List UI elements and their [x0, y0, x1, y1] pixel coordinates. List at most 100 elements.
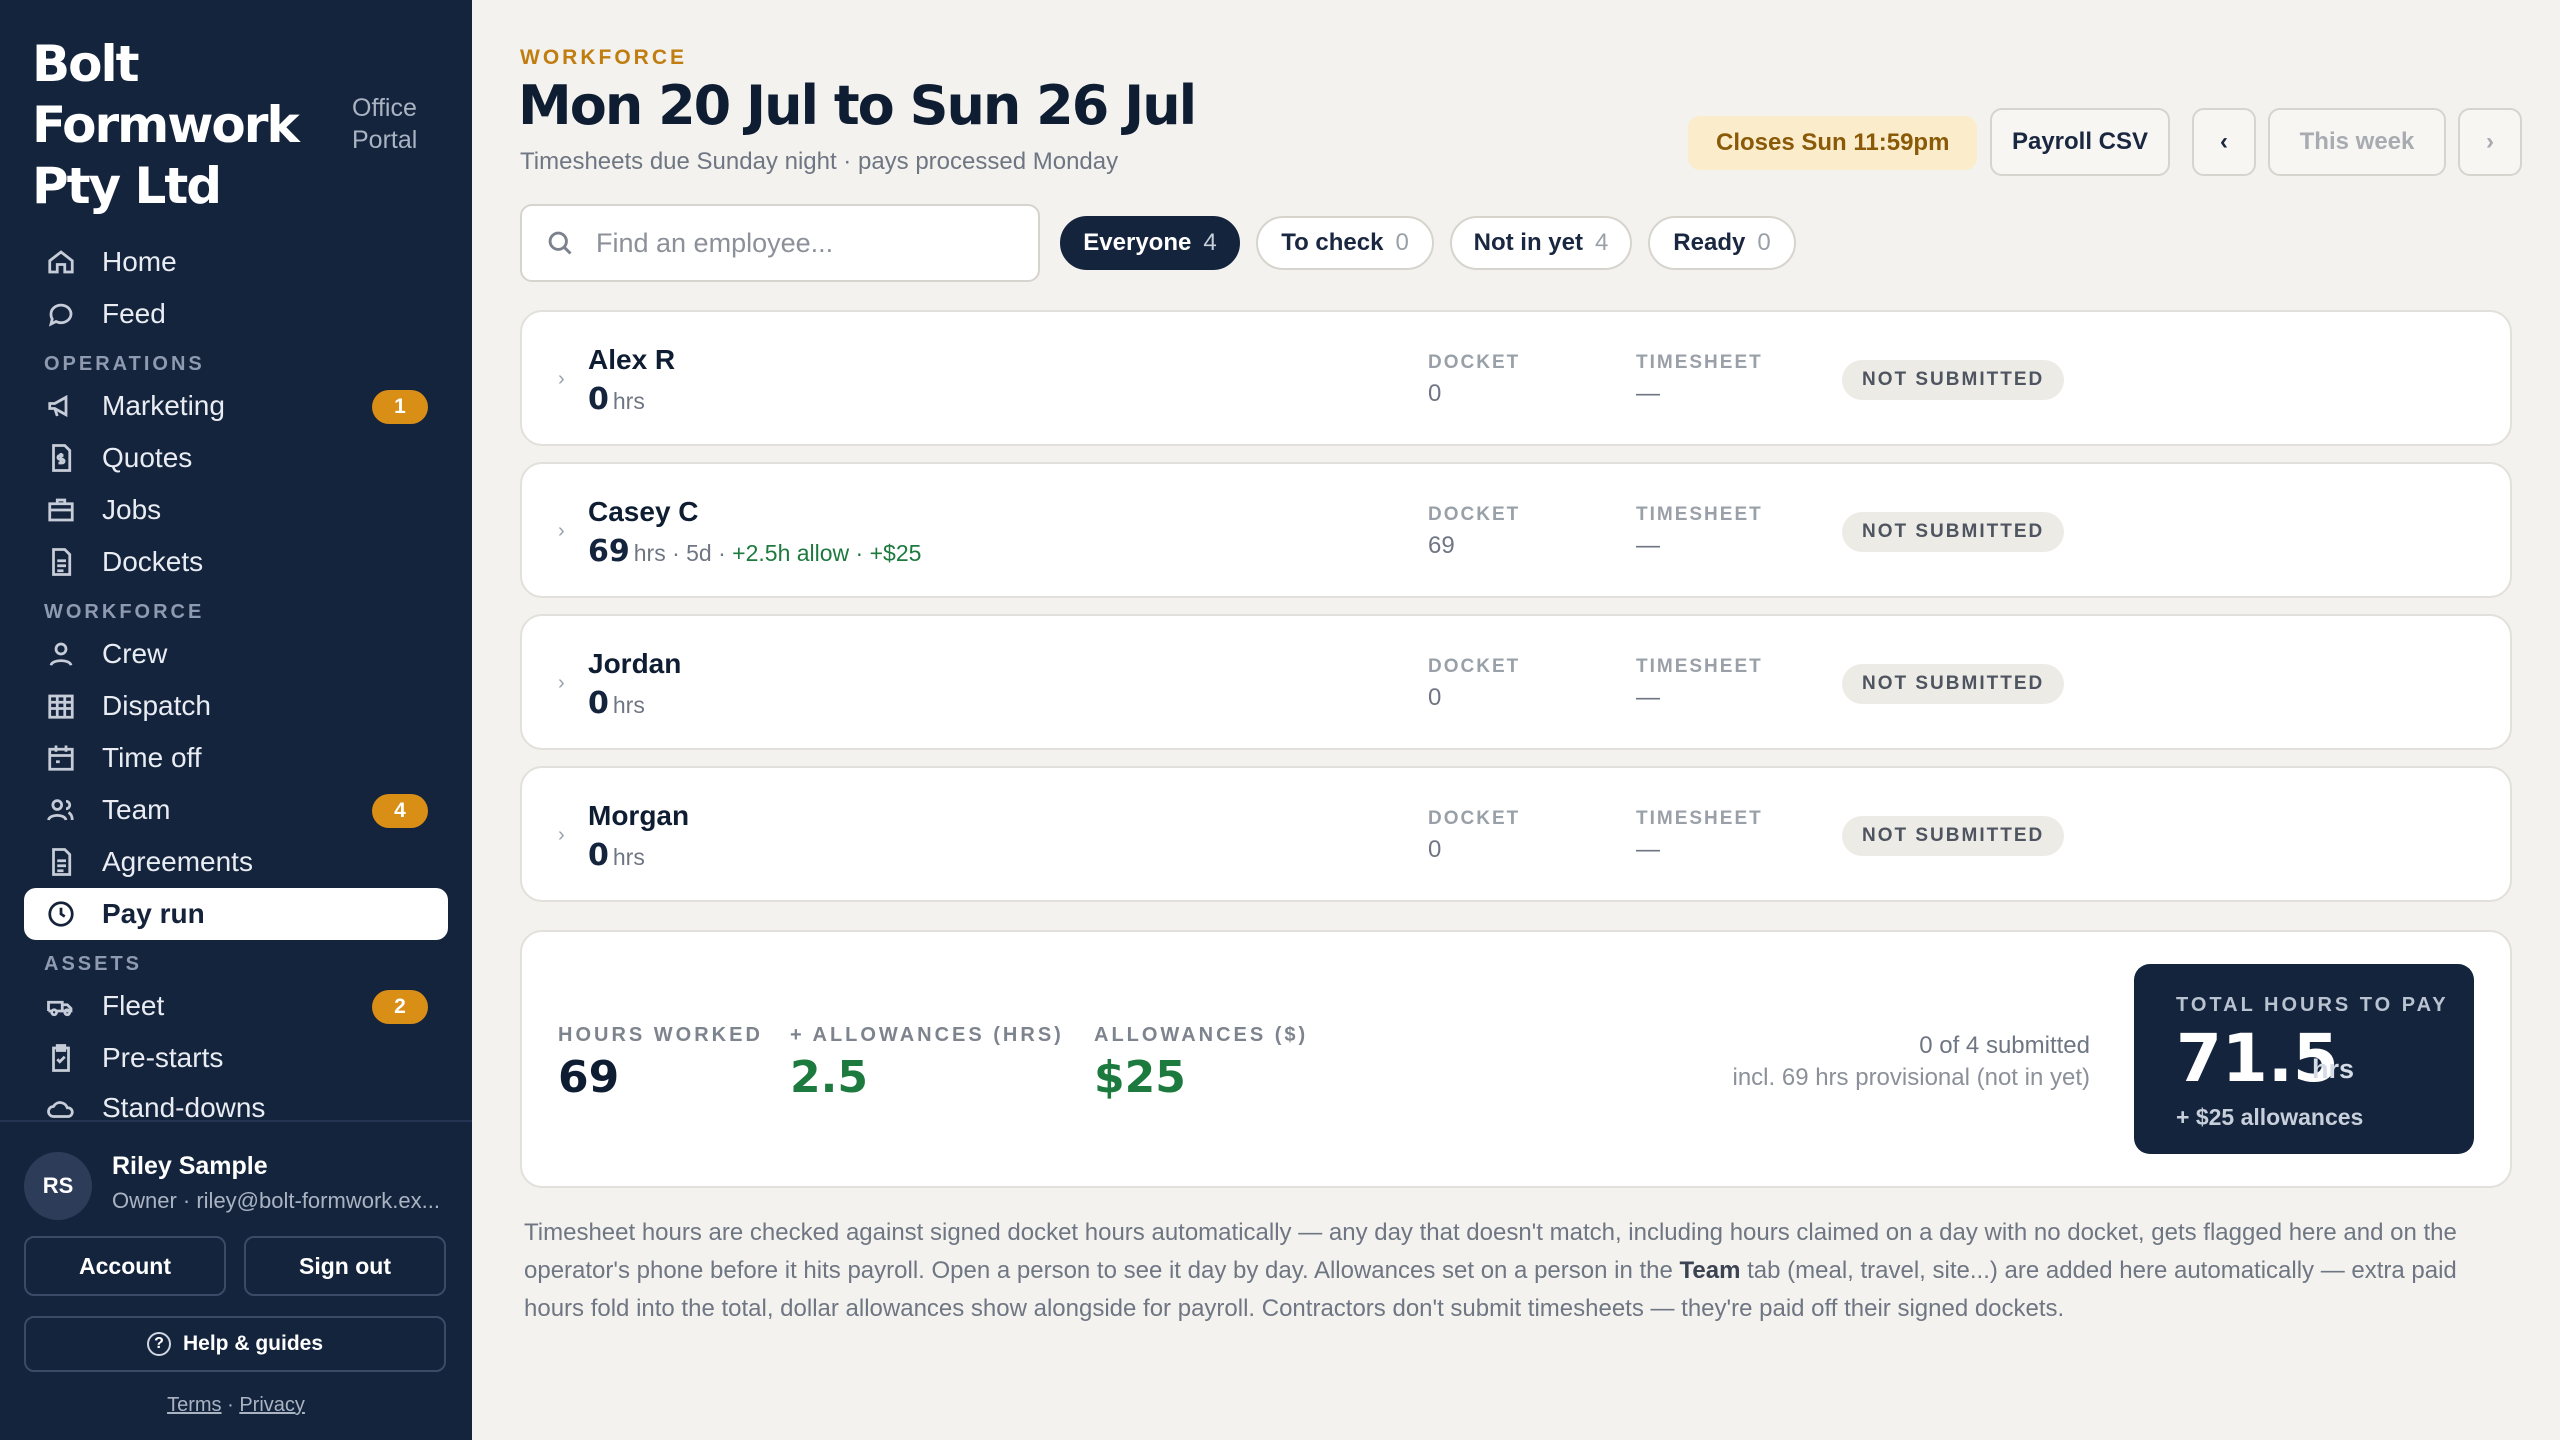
- submitted-count: 0 of 4 submitted: [1919, 1032, 2090, 1059]
- home-icon: [44, 245, 78, 279]
- main-content: WORKFORCE Mon 20 Jul to Sun 26 Jul Times…: [472, 0, 2560, 1440]
- employee-row[interactable]: › Casey C 69 hrs · 5d · +2.5h allow · +$2…: [520, 462, 2512, 598]
- allowances-hrs-value: 2.5: [790, 1052, 868, 1103]
- search-icon: [548, 231, 572, 255]
- allowances-hrs-label: + ALLOWANCES (HRS): [790, 1024, 1064, 1046]
- grid-calendar-icon: [44, 689, 78, 723]
- sidebar-item-time-off[interactable]: Time off: [24, 732, 448, 784]
- filter-to-check[interactable]: To check 0: [1256, 216, 1434, 270]
- help-label: Help & guides: [182, 1332, 324, 1355]
- sidebar-item-jobs[interactable]: Jobs: [24, 484, 448, 536]
- sidebar-item-label: Time off: [102, 742, 202, 773]
- employee-row[interactable]: › Jordan 0 hrs DOCKET 0 TIMESHEET — NOT S…: [520, 614, 2512, 750]
- payroll-csv-button[interactable]: Payroll CSV: [1990, 108, 2170, 176]
- timesheet-value: —: [1636, 380, 1660, 407]
- search-input[interactable]: [596, 227, 1016, 259]
- total-hours-panel: TOTAL HOURS TO PAY 71.5 hrs + $25 allowa…: [2134, 964, 2474, 1154]
- employee-name: Casey C: [588, 496, 699, 527]
- docket-label: DOCKET: [1428, 808, 1521, 829]
- filter-label: Everyone: [1083, 229, 1192, 256]
- hours-worked-label: HOURS WORKED: [558, 1024, 763, 1046]
- privacy-link[interactable]: Privacy: [239, 1394, 305, 1416]
- sidebar-item-label: Jobs: [102, 494, 162, 525]
- document-icon: [44, 845, 78, 879]
- sidebar-item-crew[interactable]: Crew: [24, 628, 448, 680]
- brand-name[interactable]: Bolt Formwork Pty Ltd: [32, 34, 352, 217]
- avatar[interactable]: RS: [24, 1152, 92, 1220]
- sidebar-item-fleet[interactable]: Fleet 2: [24, 980, 448, 1032]
- megaphone-icon: [44, 389, 78, 423]
- nav-section-workforce: WORKFORCE: [44, 601, 205, 623]
- sidebar-item-home[interactable]: Home: [24, 236, 448, 288]
- sidebar-item-label: Pre-starts: [102, 1042, 224, 1073]
- employee-name: Alex R: [588, 344, 676, 375]
- sidebar-item-label: Dockets: [102, 546, 204, 577]
- sidebar-item-pre-starts[interactable]: Pre-starts: [24, 1032, 448, 1084]
- prev-week-button[interactable]: ‹: [2192, 108, 2256, 176]
- employee-row[interactable]: › Morgan 0 hrs DOCKET 0 TIMESHEET — NOT S…: [520, 766, 2512, 902]
- docket-value: 69: [1428, 532, 1455, 559]
- help-button[interactable]: ? Help & guides: [24, 1316, 446, 1372]
- sign-out-button[interactable]: Sign out: [244, 1236, 446, 1296]
- terms-link[interactable]: Terms: [167, 1394, 221, 1416]
- status-badge: NOT SUBMITTED: [1842, 360, 2065, 400]
- total-allowances: + $25 allowances: [2176, 1104, 2364, 1130]
- provisional-note: incl. 69 hrs provisional (not in yet): [1732, 1064, 2091, 1091]
- filter-not-in-yet[interactable]: Not in yet 4: [1450, 216, 1632, 270]
- filter-ready[interactable]: Ready 0: [1648, 216, 1796, 270]
- filter-count: 0: [1757, 229, 1771, 256]
- employee-name: Jordan: [588, 648, 682, 679]
- sidebar-item-stand-downs[interactable]: Stand-downs: [24, 1084, 448, 1120]
- chevron-right-icon: ›: [558, 368, 565, 390]
- docket-label: DOCKET: [1428, 352, 1521, 373]
- user-name: Riley Sample: [112, 1152, 268, 1180]
- next-week-button[interactable]: ›: [2458, 108, 2522, 176]
- total-hours-unit: hrs: [2312, 1054, 2355, 1084]
- users-icon: [44, 793, 78, 827]
- timesheet-label: TIMESHEET: [1636, 352, 1763, 373]
- filter-everyone[interactable]: Everyone 4: [1060, 216, 1240, 270]
- sidebar-item-dockets[interactable]: Dockets: [24, 536, 448, 588]
- portal-label: Office Portal: [352, 94, 418, 154]
- account-button[interactable]: Account: [24, 1236, 226, 1296]
- sidebar-item-marketing[interactable]: Marketing 1: [24, 380, 448, 432]
- sidebar-item-label: Dispatch: [102, 690, 211, 721]
- sidebar-item-label: Fleet: [102, 990, 165, 1021]
- help-footnote: Timesheet hours are checked against sign…: [524, 1219, 2457, 1322]
- timesheet-value: —: [1636, 836, 1660, 863]
- chat-bubble-icon: [44, 297, 78, 331]
- team-tab-reference: Team: [1679, 1257, 1741, 1284]
- sidebar-item-quotes[interactable]: Quotes: [24, 432, 448, 484]
- sidebar-item-feed[interactable]: Feed: [24, 288, 448, 340]
- employee-hours: 0 hrs: [588, 382, 645, 417]
- sidebar: Bolt Formwork Pty Ltd Office Portal Home…: [0, 0, 472, 1440]
- docket-label: DOCKET: [1428, 504, 1521, 525]
- chevron-right-icon: ›: [558, 520, 565, 542]
- allowances-dollars-label: ALLOWANCES ($): [1094, 1024, 1309, 1046]
- employee-search[interactable]: [520, 204, 1040, 282]
- notification-badge: 2: [372, 990, 428, 1024]
- status-badge: NOT SUBMITTED: [1842, 664, 2065, 704]
- sidebar-item-pay-run[interactable]: Pay run: [24, 888, 448, 940]
- document-icon: [44, 545, 78, 579]
- clipboard-check-icon: [44, 1041, 78, 1075]
- dollar-document-icon: [44, 441, 78, 475]
- employee-hours: 0 hrs: [588, 838, 645, 873]
- calendar-icon: [44, 741, 78, 775]
- total-hours-label: TOTAL HOURS TO PAY: [2176, 994, 2449, 1016]
- person-icon: [44, 637, 78, 671]
- employee-row[interactable]: › Alex R 0 hrs DOCKET 0 TIMESHEET — NOT S…: [520, 310, 2512, 446]
- sidebar-item-label: Pay run: [102, 898, 205, 929]
- sidebar-item-agreements[interactable]: Agreements: [24, 836, 448, 888]
- section-eyebrow: WORKFORCE: [520, 46, 687, 69]
- sidebar-item-dispatch[interactable]: Dispatch: [24, 680, 448, 732]
- docket-value: 0: [1428, 684, 1442, 711]
- timesheet-label: TIMESHEET: [1636, 808, 1763, 829]
- this-week-button[interactable]: This week: [2268, 108, 2446, 176]
- sidebar-item-label: Stand-downs: [102, 1092, 266, 1120]
- truck-icon: [44, 989, 78, 1023]
- legal-links: Terms · Privacy: [0, 1394, 472, 1417]
- employee-hours: 0 hrs: [588, 686, 645, 721]
- sidebar-item-team[interactable]: Team 4: [24, 784, 448, 836]
- sidebar-nav: Home Feed OPERATIONS Marketing 1 Quotes …: [24, 236, 448, 1120]
